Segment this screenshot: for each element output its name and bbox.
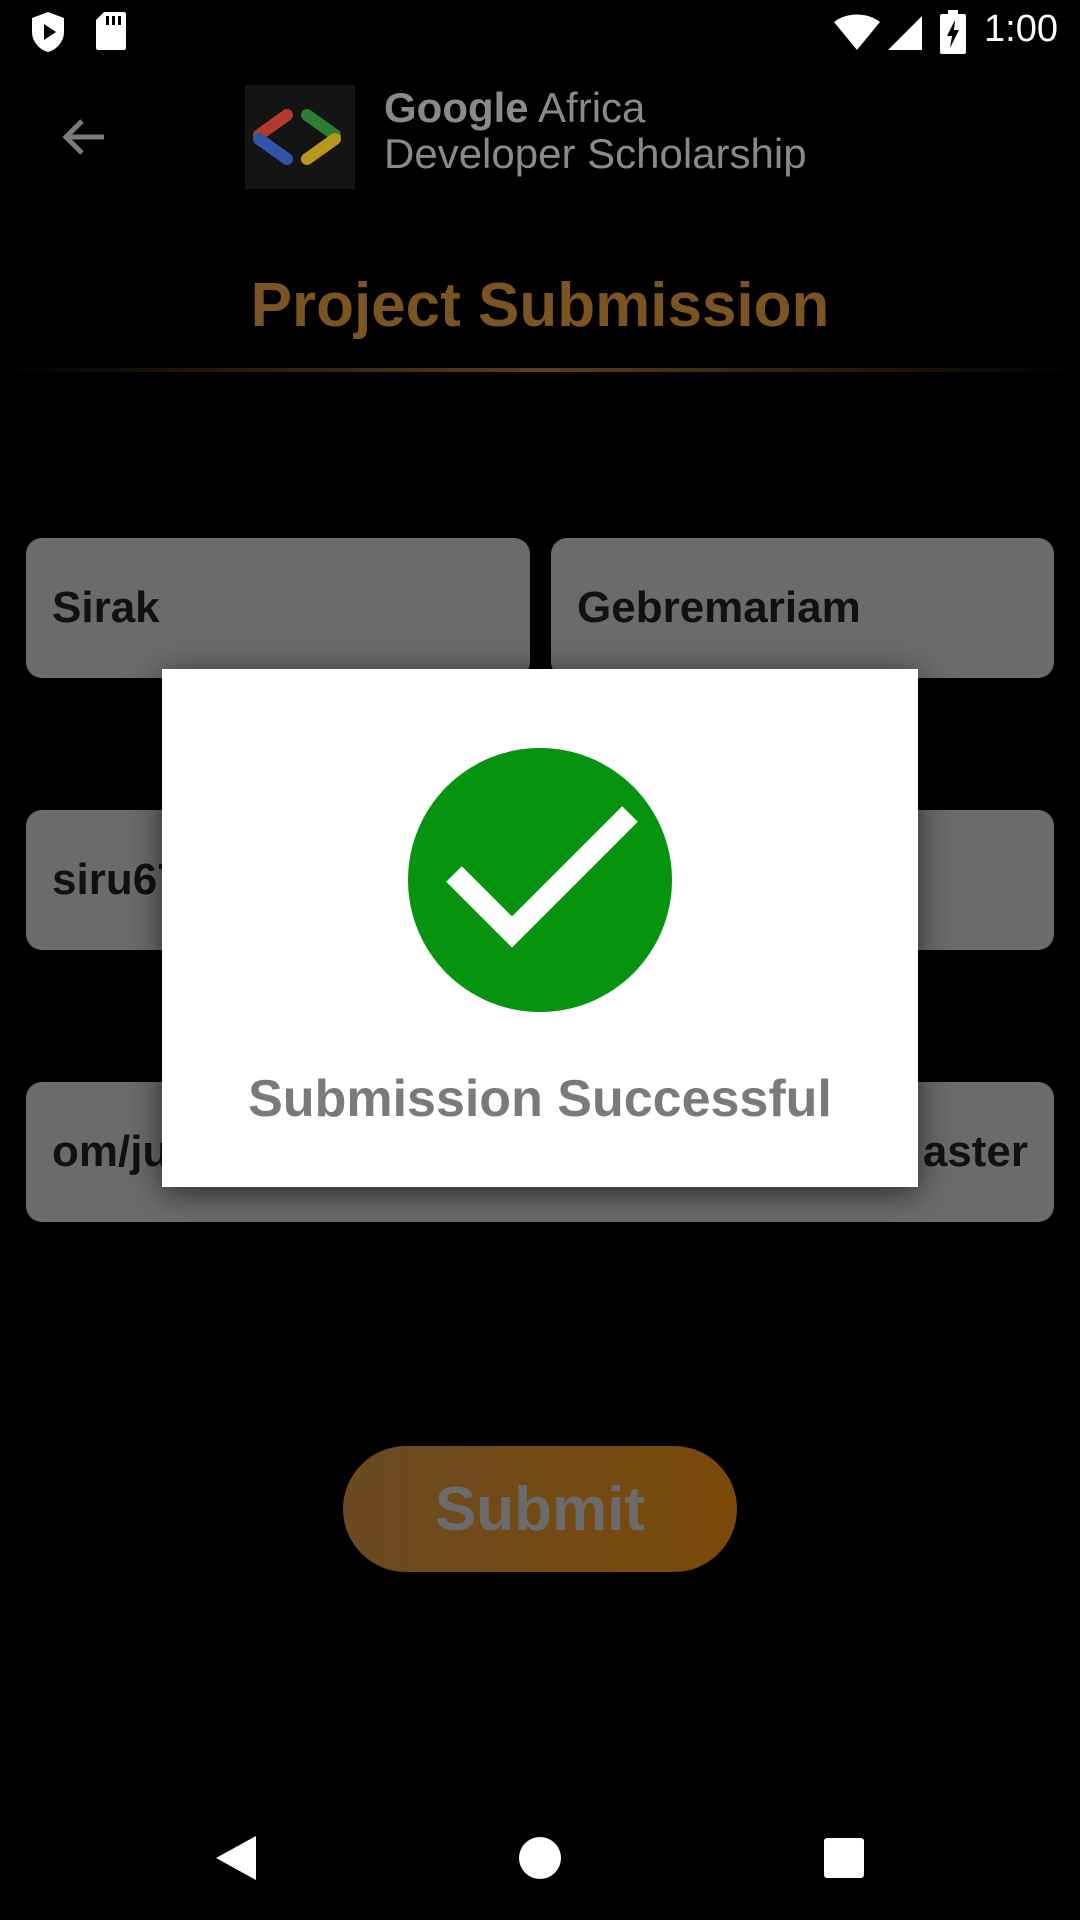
- submit-label: Submit: [434, 1474, 646, 1544]
- battery-charging-icon: [940, 10, 966, 54]
- dialog-message: Submission Successful: [248, 1070, 832, 1128]
- cell-signal-icon: [888, 16, 922, 50]
- first-name-field[interactable]: Sirak: [26, 538, 530, 678]
- back-arrow-icon[interactable]: [56, 109, 112, 165]
- nav-recents-icon[interactable]: [823, 1837, 865, 1879]
- title-divider: [0, 368, 1080, 372]
- success-dialog: Submission Successful: [162, 669, 918, 1187]
- logo-africa: Africa: [528, 84, 646, 131]
- nav-back-icon[interactable]: [214, 1834, 258, 1882]
- first-name-value: Sirak: [52, 583, 160, 632]
- logo-text: Google Africa Developer Scholarship: [384, 85, 807, 177]
- code-brackets-icon: [253, 109, 341, 165]
- nav-home-icon[interactable]: [518, 1836, 562, 1880]
- sd-card-icon: [96, 12, 126, 50]
- logo-google: Google: [384, 84, 529, 131]
- last-name-field[interactable]: Gebremariam: [551, 538, 1054, 678]
- shield-play-icon: [32, 12, 64, 52]
- status-time: 1:00: [984, 8, 1058, 50]
- github-link-value-right: aster: [922, 1127, 1028, 1176]
- logo-subtitle: Developer Scholarship: [384, 130, 807, 177]
- system-nav-bar: [0, 1794, 1080, 1920]
- gads-logo: [245, 85, 355, 189]
- last-name-value: Gebremariam: [577, 583, 861, 632]
- page-title: Project Submission: [250, 271, 830, 340]
- wifi-icon: [834, 14, 880, 50]
- submit-button[interactable]: Submit: [343, 1446, 737, 1572]
- status-bar: 1:00: [0, 0, 1080, 63]
- success-check-icon: [408, 748, 672, 1012]
- github-link-value-left: om/ju: [52, 1127, 170, 1176]
- app-bar: Google Africa Developer Scholarship: [0, 63, 1080, 210]
